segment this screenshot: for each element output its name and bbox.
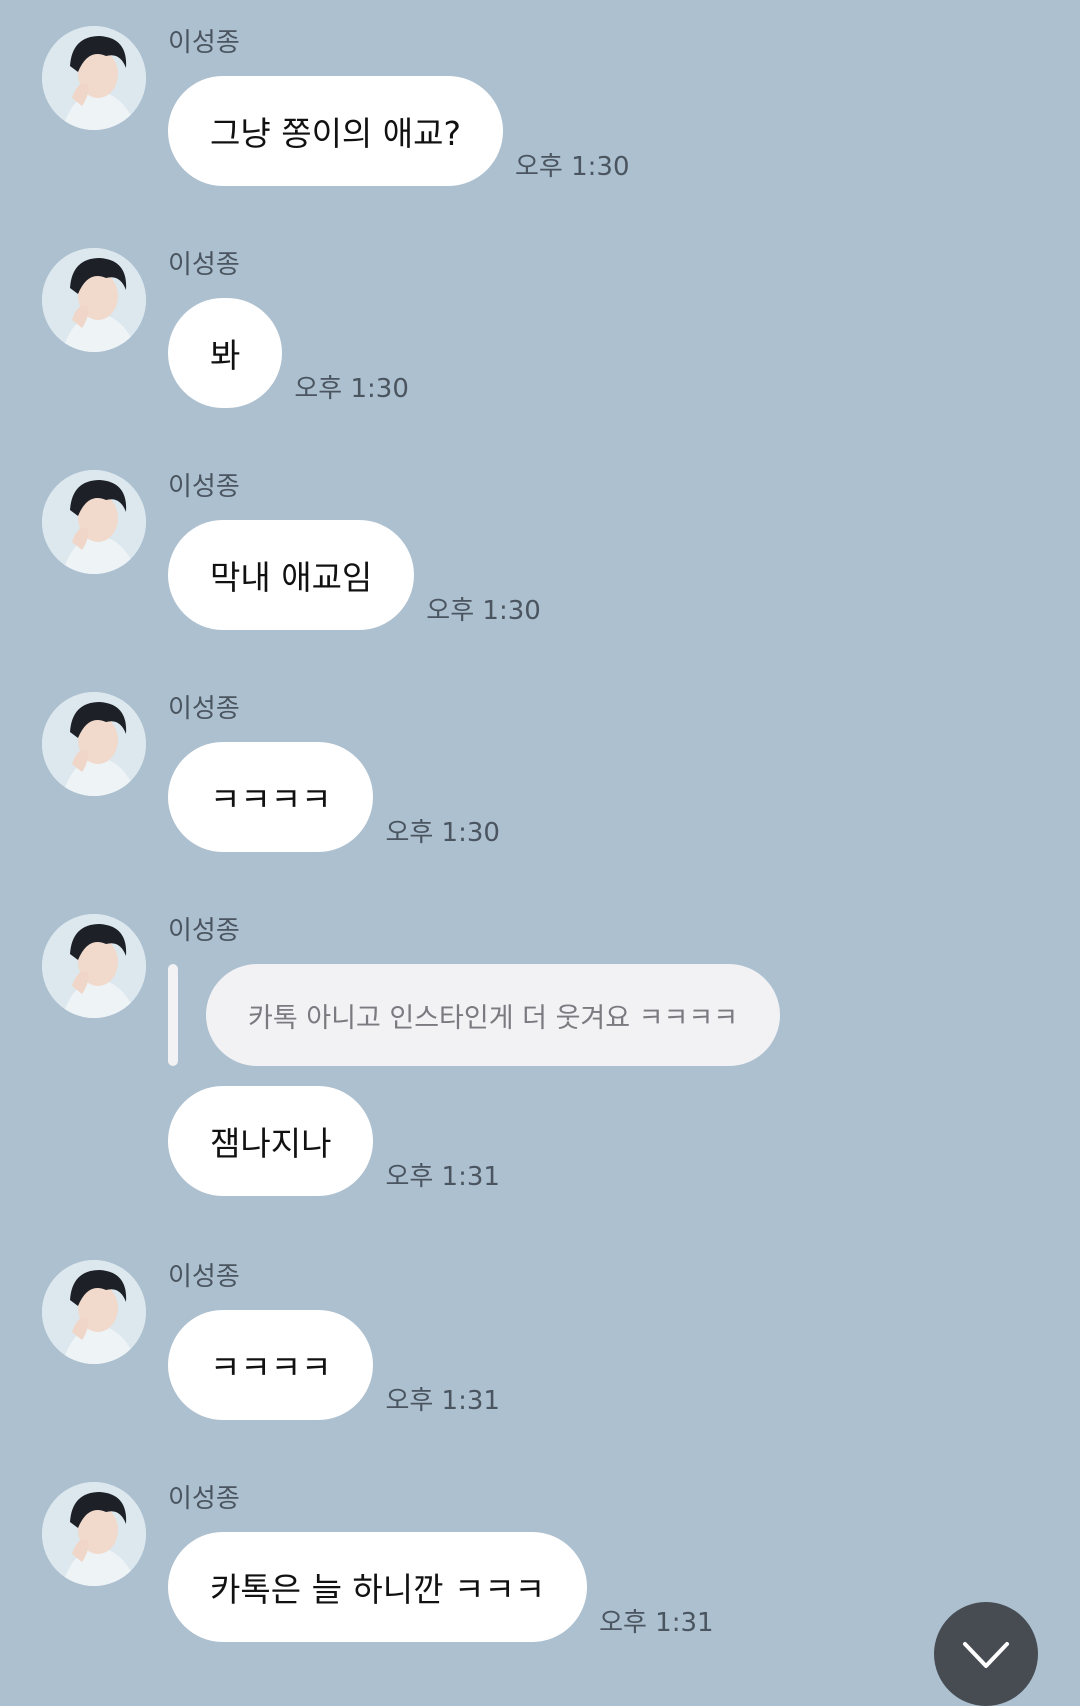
message-time: 오후 1:31 xyxy=(599,1608,714,1638)
message-row: 그냥 쫑이의 애교? 오후 1:30 xyxy=(168,76,630,186)
avatar[interactable] xyxy=(42,26,146,130)
chevron-down-icon xyxy=(963,1642,1009,1668)
avatar[interactable] xyxy=(42,1260,146,1364)
message-time: 오후 1:30 xyxy=(515,152,630,182)
message-bubble[interactable]: 카톡은 늘 하니깐 ㅋㅋㅋ xyxy=(168,1532,588,1642)
message-row: ㅋㅋㅋㅋ 오후 1:30 xyxy=(168,742,500,852)
sender-name: 이성종 xyxy=(168,694,240,724)
sender-name: 이성종 xyxy=(168,472,240,502)
message-row: 잼나지나오후 1:31 xyxy=(168,1086,500,1196)
message-time: 오후 1:31 xyxy=(385,1162,500,1192)
message-bubble[interactable]: ㅋㅋㅋㅋ xyxy=(168,742,374,852)
message-bubble[interactable]: 봐 xyxy=(168,298,283,408)
message-bubble[interactable]: ㅋㅋㅋㅋ xyxy=(168,1310,374,1420)
avatar[interactable] xyxy=(42,914,146,1018)
chat-message-list: 이성종 그냥 쫑이의 애교? 오후 1:30 이성종 봐 오후 1:30 이성종 막내 애… xyxy=(0,0,1080,1675)
avatar[interactable] xyxy=(42,248,146,352)
message-bubble[interactable]: 그냥 쫑이의 애교? xyxy=(168,76,504,186)
avatar[interactable] xyxy=(42,692,146,796)
message-row: ㅋㅋㅋㅋ 오후 1:31 xyxy=(168,1310,500,1420)
message-time: 오후 1:30 xyxy=(385,818,500,848)
message-bubble[interactable]: 잼나지나 xyxy=(168,1086,374,1196)
message-row: 봐오후 1:30 xyxy=(168,298,409,408)
sender-name: 이성종 xyxy=(168,28,240,58)
message-bubble[interactable]: 막내 애교임 xyxy=(168,520,415,630)
sender-name: 이성종 xyxy=(168,250,240,280)
message-time: 오후 1:30 xyxy=(294,374,409,404)
scroll-to-bottom-button[interactable] xyxy=(934,1602,1038,1706)
message-time: 오후 1:31 xyxy=(385,1386,500,1416)
sender-name: 이성종 xyxy=(168,1484,240,1514)
quoted-message: 카톡 아니고 인스타인게 더 웃겨요 ㅋㅋㅋㅋ xyxy=(206,964,781,1066)
message-row: 카톡은 늘 하니깐 ㅋㅋㅋ 오후 1:31 xyxy=(168,1532,714,1642)
reply-quote[interactable]: 카톡 아니고 인스타인게 더 웃겨요 ㅋㅋㅋㅋ xyxy=(168,964,781,1066)
avatar[interactable] xyxy=(42,470,146,574)
sender-name: 이성종 xyxy=(168,1262,240,1292)
sender-name: 이성종 xyxy=(168,916,240,946)
message-time: 오후 1:30 xyxy=(426,596,541,626)
avatar[interactable] xyxy=(42,1482,146,1586)
quote-bar xyxy=(168,964,178,1066)
message-row: 막내 애교임오후 1:30 xyxy=(168,520,541,630)
